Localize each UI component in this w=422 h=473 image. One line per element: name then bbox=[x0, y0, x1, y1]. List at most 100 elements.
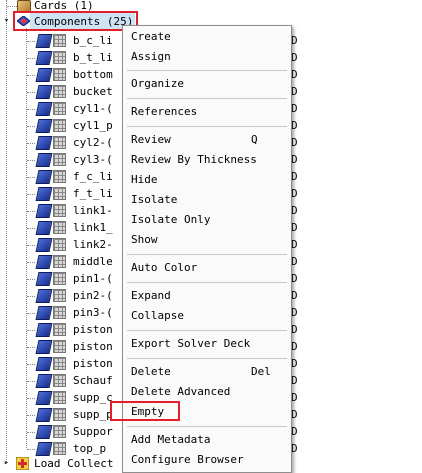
mesh-display-icon[interactable] bbox=[53, 153, 66, 166]
mesh-display-icon[interactable] bbox=[53, 408, 66, 421]
tree-item-component[interactable]: cyl1-( bbox=[0, 100, 122, 117]
mesh-display-icon[interactable] bbox=[53, 391, 66, 404]
expand-arrow-icon[interactable]: ▸ bbox=[2, 459, 11, 468]
menu-item-references[interactable]: References bbox=[123, 102, 291, 122]
component-color-icon[interactable] bbox=[35, 340, 53, 354]
component-color-icon[interactable] bbox=[35, 136, 53, 150]
menu-item-collapse[interactable]: Collapse bbox=[123, 306, 291, 326]
mesh-display-icon[interactable] bbox=[53, 340, 66, 353]
menu-item-auto-color[interactable]: Auto Color bbox=[123, 258, 291, 278]
component-color-icon[interactable] bbox=[35, 272, 53, 286]
tree-item-component[interactable]: pin2-( bbox=[0, 287, 122, 304]
mesh-display-icon[interactable] bbox=[53, 136, 66, 149]
mesh-display-icon[interactable] bbox=[53, 170, 66, 183]
tree-item-component[interactable]: f_c_li bbox=[0, 168, 122, 185]
component-color-icon[interactable] bbox=[35, 170, 53, 184]
tree-item-component[interactable]: Suppor bbox=[0, 423, 122, 440]
collapse-arrow-icon[interactable]: ▾ bbox=[2, 17, 11, 26]
mesh-display-icon[interactable] bbox=[53, 374, 66, 387]
mesh-display-icon[interactable] bbox=[53, 85, 66, 98]
component-color-icon[interactable] bbox=[35, 408, 53, 422]
mesh-display-icon[interactable] bbox=[53, 221, 66, 234]
mesh-display-icon[interactable] bbox=[53, 289, 66, 302]
component-color-icon[interactable] bbox=[35, 425, 53, 439]
tree-item-component[interactable]: pin3-( bbox=[0, 304, 122, 321]
component-color-icon[interactable] bbox=[35, 289, 53, 303]
mesh-display-icon[interactable] bbox=[53, 442, 66, 455]
mesh-display-icon[interactable] bbox=[53, 119, 66, 132]
menu-item-hide[interactable]: Hide bbox=[123, 170, 291, 190]
component-color-icon[interactable] bbox=[35, 221, 53, 235]
tree-item-component[interactable]: cyl1_p bbox=[0, 117, 122, 134]
menu-item-create[interactable]: Create bbox=[123, 27, 291, 47]
component-color-icon[interactable] bbox=[35, 187, 53, 201]
tree-item-component[interactable]: link2- bbox=[0, 236, 122, 253]
mesh-display-icon[interactable] bbox=[53, 102, 66, 115]
tree-item-component[interactable]: piston bbox=[0, 321, 122, 338]
mesh-display-icon[interactable] bbox=[53, 204, 66, 217]
menu-item-empty[interactable]: Empty bbox=[123, 402, 291, 422]
mesh-display-icon[interactable] bbox=[53, 425, 66, 438]
component-color-icon[interactable] bbox=[35, 85, 53, 99]
mesh-display-icon[interactable] bbox=[53, 34, 66, 47]
mesh-display-icon[interactable] bbox=[53, 255, 66, 268]
tree-item-component[interactable]: supp_c bbox=[0, 389, 122, 406]
tree-branch bbox=[27, 143, 35, 144]
menu-item-configure-browser[interactable]: Configure Browser bbox=[123, 450, 291, 470]
mesh-display-icon[interactable] bbox=[53, 323, 66, 336]
component-color-icon[interactable] bbox=[35, 51, 53, 65]
tree-item-component[interactable]: b_c_li bbox=[0, 32, 122, 49]
tree-branch bbox=[27, 126, 35, 127]
tree-item-component[interactable]: cyl2-( bbox=[0, 134, 122, 151]
tree-item-component[interactable]: bucket bbox=[0, 83, 122, 100]
mesh-display-icon[interactable] bbox=[53, 187, 66, 200]
tree-item-cards[interactable]: Cards (1) bbox=[0, 0, 200, 14]
menu-item-isolate-only[interactable]: Isolate Only bbox=[123, 210, 291, 230]
menu-item-delete[interactable]: Delete Del bbox=[123, 362, 291, 382]
tree-item-component[interactable]: b_t_li bbox=[0, 49, 122, 66]
component-color-icon[interactable] bbox=[35, 255, 53, 269]
mesh-display-icon[interactable] bbox=[53, 306, 66, 319]
component-color-icon[interactable] bbox=[35, 153, 53, 167]
component-color-icon[interactable] bbox=[35, 119, 53, 133]
tree-item-component[interactable]: piston bbox=[0, 338, 122, 355]
menu-item-organize[interactable]: Organize bbox=[123, 74, 291, 94]
menu-item-add-metadata[interactable]: Add Metadata bbox=[123, 430, 291, 450]
component-color-icon[interactable] bbox=[35, 391, 53, 405]
tree-item-component[interactable]: pin1-( bbox=[0, 270, 122, 287]
component-color-icon[interactable] bbox=[35, 357, 53, 371]
menu-item-review-by-thickness[interactable]: Review By Thickness bbox=[123, 150, 291, 170]
tree-branch bbox=[27, 330, 35, 331]
component-color-icon[interactable] bbox=[35, 238, 53, 252]
menu-item-expand[interactable]: Expand bbox=[123, 286, 291, 306]
menu-item-review[interactable]: Review Q bbox=[123, 130, 291, 150]
mesh-display-icon[interactable] bbox=[53, 357, 66, 370]
component-color-icon[interactable] bbox=[35, 68, 53, 82]
component-color-icon[interactable] bbox=[35, 204, 53, 218]
tree-item-component[interactable]: piston bbox=[0, 355, 122, 372]
component-color-icon[interactable] bbox=[35, 323, 53, 337]
menu-item-show[interactable]: Show bbox=[123, 230, 291, 250]
tree-item-component[interactable]: f_t_li bbox=[0, 185, 122, 202]
menu-item-delete-advanced[interactable]: Delete Advanced bbox=[123, 382, 291, 402]
tree-item-component[interactable]: link1- bbox=[0, 202, 122, 219]
tree-item-component[interactable]: Schauf bbox=[0, 372, 122, 389]
menu-item-isolate[interactable]: Isolate bbox=[123, 190, 291, 210]
tree-item-component[interactable]: middle bbox=[0, 253, 122, 270]
component-color-icon[interactable] bbox=[35, 442, 53, 456]
component-color-icon[interactable] bbox=[35, 34, 53, 48]
mesh-display-icon[interactable] bbox=[53, 272, 66, 285]
tree-item-component[interactable]: supp_p bbox=[0, 406, 122, 423]
tree-item-components[interactable]: ▾ Components (25) bbox=[0, 13, 140, 30]
tree-item-component[interactable]: cyl3-( bbox=[0, 151, 122, 168]
tree-item-component[interactable]: link1_ bbox=[0, 219, 122, 236]
mesh-display-icon[interactable] bbox=[53, 68, 66, 81]
mesh-display-icon[interactable] bbox=[53, 51, 66, 64]
component-color-icon[interactable] bbox=[35, 374, 53, 388]
menu-item-export-solver-deck[interactable]: Export Solver Deck bbox=[123, 334, 291, 354]
component-color-icon[interactable] bbox=[35, 102, 53, 116]
component-color-icon[interactable] bbox=[35, 306, 53, 320]
tree-item-component[interactable]: bottom bbox=[0, 66, 122, 83]
mesh-display-icon[interactable] bbox=[53, 238, 66, 251]
menu-item-assign[interactable]: Assign bbox=[123, 47, 291, 67]
